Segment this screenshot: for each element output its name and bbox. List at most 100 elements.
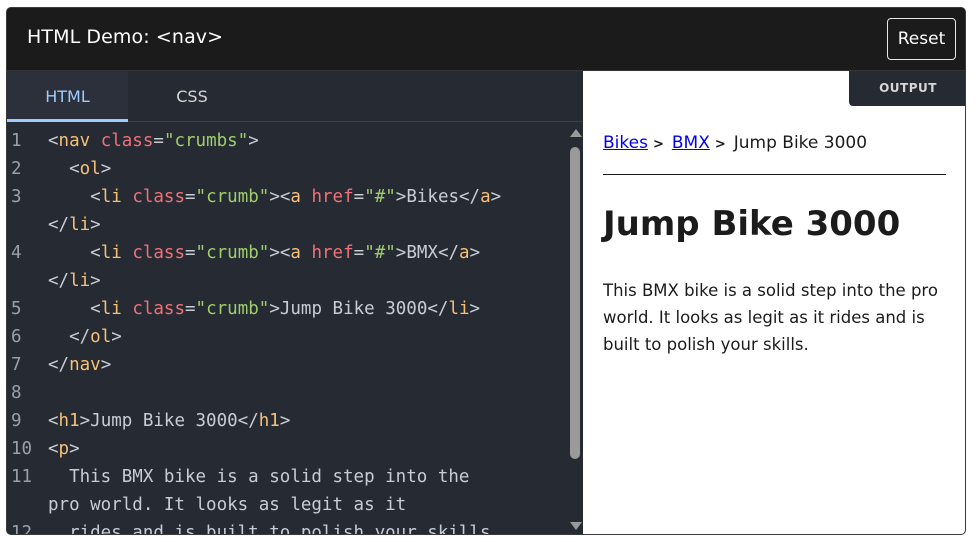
- code-editor-panel: HTML CSS 1 <nav class="crumbs"> 2 <ol> 3 <l…: [7, 71, 583, 535]
- code-token: nav: [69, 355, 101, 375]
- code-line[interactable]: 6 </ol>: [7, 323, 567, 351]
- code-token: ol: [90, 327, 112, 347]
- breadcrumb: Bikes > BMX > Jump Bike 3000: [603, 133, 867, 153]
- code-text: </li>: [48, 267, 101, 295]
- code-token: <: [48, 243, 101, 263]
- line-number: 12: [11, 523, 33, 535]
- code-token: "crumb": [195, 187, 270, 207]
- line-number: 11: [11, 467, 33, 487]
- code-token: =: [153, 131, 164, 151]
- code-text: <li class="crumb"><a href="#">Bikes</a>: [48, 183, 501, 211]
- line-number: 5: [11, 299, 22, 319]
- code-token: >: [69, 439, 80, 459]
- code-token: <: [48, 131, 59, 151]
- code-token: <: [48, 439, 59, 459]
- code-token: <: [48, 411, 59, 431]
- code-token: <: [48, 187, 101, 207]
- code-line[interactable]: 12 rides and is built to polish your ski…: [7, 519, 567, 535]
- code-token: li: [69, 215, 91, 235]
- code-line[interactable]: 8: [7, 379, 567, 407]
- line-number: 9: [11, 411, 22, 431]
- code-token: </: [48, 355, 70, 375]
- line-number: 7: [11, 355, 22, 375]
- code-text: <h1>Jump Bike 3000</h1>: [48, 407, 290, 435]
- code-token: =: [185, 243, 196, 263]
- crumb-link-bikes[interactable]: Bikes: [603, 133, 648, 153]
- code-token: li: [448, 299, 470, 319]
- code-token: >: [111, 327, 122, 347]
- code-token: a: [459, 243, 470, 263]
- code-line[interactable]: pro world. It looks as legit as it: [7, 491, 567, 519]
- demo-frame: HTML Demo: <nav> Reset HTML CSS 1 <nav cl…: [6, 7, 966, 535]
- code-token: =: [353, 187, 365, 207]
- code-token: >: [100, 355, 112, 375]
- code-text: <p>: [48, 435, 80, 463]
- output-paragraph: This BMX bike is a solid step into the p…: [603, 281, 938, 354]
- code-line[interactable]: 11 This BMX bike is a solid step into th…: [7, 463, 567, 491]
- code-token: >: [90, 215, 101, 235]
- code-token: ol: [79, 159, 101, 179]
- code-text: </nav>: [48, 351, 111, 379]
- code-token: <: [48, 299, 101, 319]
- code-token: =: [185, 187, 196, 207]
- line-number: 6: [11, 327, 22, 347]
- code-text: <li class="crumb"><a href="#">BMX</a>: [48, 239, 480, 267]
- code-token: h1: [58, 411, 80, 431]
- code-token: li: [100, 299, 122, 319]
- editor-tabs: HTML CSS: [7, 71, 583, 122]
- code-token: >: [100, 159, 112, 179]
- crumb-separator: >: [652, 137, 664, 152]
- code-line[interactable]: 2 <ol>: [7, 155, 567, 183]
- tab-css[interactable]: CSS: [128, 71, 256, 122]
- code-token: </: [48, 327, 91, 347]
- output-label: OUTPUT: [849, 71, 965, 106]
- code-token: href: [311, 187, 354, 207]
- scroll-down-arrow-icon[interactable]: [570, 522, 582, 530]
- code-token: ><: [269, 187, 291, 207]
- line-number: 3: [11, 187, 22, 207]
- code-token: a: [290, 187, 301, 207]
- code-line[interactable]: 3 <li class="crumb"><a href="#">Bikes</a…: [7, 183, 567, 211]
- code-line[interactable]: </li>: [7, 267, 567, 295]
- code-line[interactable]: 4 <li class="crumb"><a href="#">BMX</a>: [7, 239, 567, 267]
- code-token: a: [290, 243, 301, 263]
- code-token: "crumb": [195, 299, 270, 319]
- code-token: "crumbs": [163, 131, 249, 151]
- header: HTML Demo: <nav> Reset: [7, 8, 965, 71]
- reset-button[interactable]: Reset: [887, 18, 956, 60]
- code-text: This BMX bike is a solid step into the: [48, 463, 469, 491]
- code-token: <: [48, 159, 80, 179]
- crumb-link-bmx[interactable]: BMX: [672, 133, 710, 153]
- code-token: href: [311, 243, 354, 263]
- scrollbar-thumb[interactable]: [570, 147, 580, 459]
- tab-html[interactable]: HTML: [7, 71, 128, 122]
- scroll-up-arrow-icon[interactable]: [570, 129, 582, 137]
- code-text: pro world. It looks as legit as it: [48, 491, 406, 519]
- code-line[interactable]: 7 </nav>: [7, 351, 567, 379]
- code-line[interactable]: 10 <p>: [7, 435, 567, 463]
- line-number: 2: [11, 159, 22, 179]
- code-token: class: [132, 299, 185, 319]
- code-line[interactable]: 9 <h1>Jump Bike 3000</h1>: [7, 407, 567, 435]
- code-token: >BMX</: [395, 243, 460, 263]
- nav-divider: [603, 174, 946, 175]
- page-title: HTML Demo: <nav>: [27, 26, 224, 48]
- code-token: class: [132, 187, 185, 207]
- code-area[interactable]: 1 <nav class="crumbs"> 2 <ol> 3 <li class="…: [7, 123, 567, 535]
- editor-scrollbar[interactable]: [567, 123, 583, 534]
- crumb-separator: >: [714, 137, 726, 152]
- code-token: p: [58, 439, 70, 459]
- code-line[interactable]: </li>: [7, 211, 567, 239]
- code-token: "#": [364, 243, 396, 263]
- code-token: li: [69, 271, 91, 291]
- code-line[interactable]: 5 <li class="crumb">Jump Bike 3000</li>: [7, 295, 567, 323]
- code-token: =: [185, 299, 196, 319]
- code-token: >: [469, 299, 481, 319]
- code-token: >: [279, 411, 291, 431]
- code-line[interactable]: 1 <nav class="crumbs">: [7, 127, 567, 155]
